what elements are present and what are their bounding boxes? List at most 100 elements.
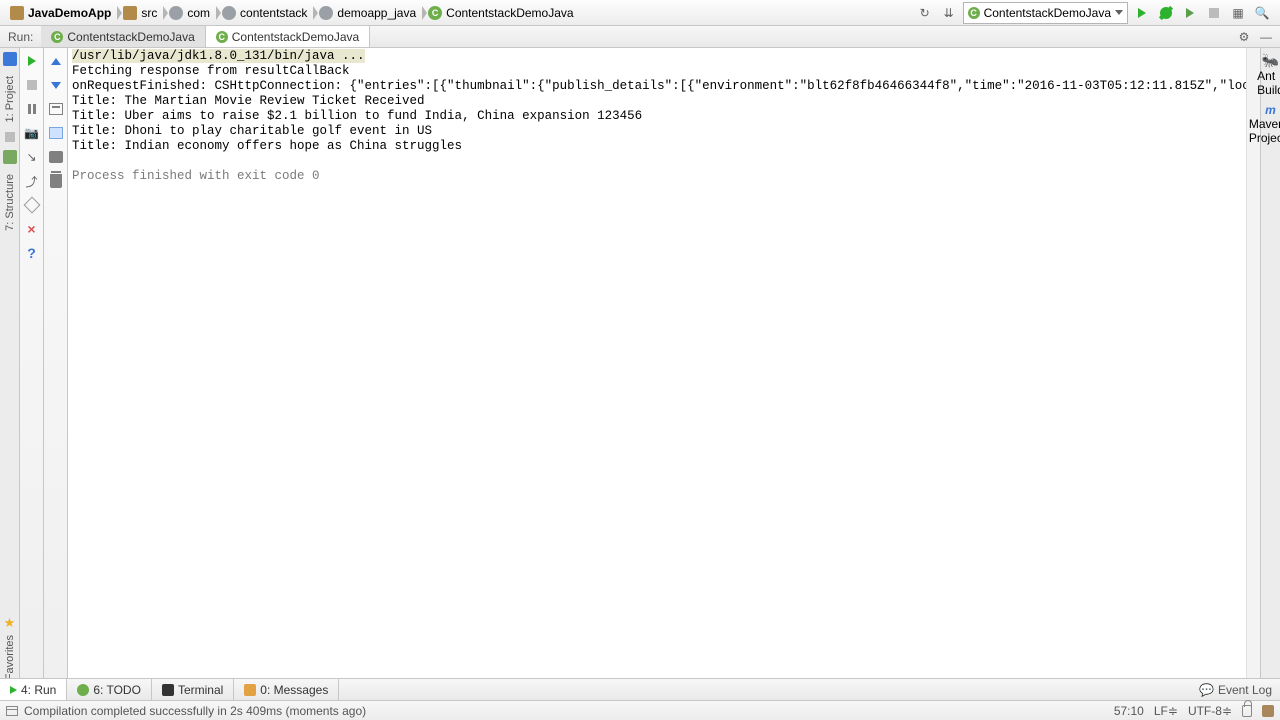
build-icon[interactable]: ↻ xyxy=(915,3,935,23)
console-line: Title: Indian economy offers hope as Chi… xyxy=(72,139,462,153)
bug-icon xyxy=(1160,7,1172,19)
bottom-tab-messages[interactable]: 0: Messages xyxy=(234,679,339,700)
up-stacktrace-button[interactable] xyxy=(47,52,65,70)
run-button[interactable] xyxy=(1132,3,1152,23)
event-log-icon[interactable]: 💬 xyxy=(1199,683,1214,697)
coverage-button[interactable] xyxy=(1180,3,1200,23)
caret-down-icon xyxy=(1115,10,1123,15)
console-line: onRequestFinished: CSHttpConnection: {"e… xyxy=(72,79,1246,93)
ant-tool-icon[interactable]: 🐜 xyxy=(1262,52,1279,69)
messages-icon xyxy=(244,684,256,696)
print-button[interactable] xyxy=(47,148,65,166)
pause-icon xyxy=(28,104,36,114)
bottom-tab-run[interactable]: 4: Run xyxy=(0,679,67,700)
search-everywhere-button[interactable]: 🔍 xyxy=(1252,3,1272,23)
run-tab-active[interactable]: C ContentstackDemoJava xyxy=(206,26,370,47)
play-icon xyxy=(10,686,17,694)
crumb-contentstack[interactable]: contentstack xyxy=(216,3,313,23)
rerun-button[interactable] xyxy=(23,52,41,70)
package-icon xyxy=(319,6,333,20)
soft-wrap-button[interactable] xyxy=(47,100,65,118)
ant-tool-label[interactable]: Ant Build xyxy=(1257,69,1280,97)
make-icon[interactable]: ⇊ xyxy=(939,3,959,23)
console-output[interactable]: /usr/lib/java/jdk1.8.0_131/bin/java ... … xyxy=(68,48,1246,698)
pin-tab-button[interactable] xyxy=(23,196,41,214)
print-icon xyxy=(49,151,63,163)
crumb-label: contentstack xyxy=(240,6,307,20)
close-tab-button[interactable]: × xyxy=(23,220,41,238)
maven-tool-icon[interactable]: m xyxy=(1265,103,1276,117)
x-icon: × xyxy=(27,221,35,237)
crumb-project[interactable]: JavaDemoApp xyxy=(4,3,117,23)
dump-threads-button[interactable]: 📷 xyxy=(23,124,41,142)
run-tab[interactable]: C ContentstackDemoJava xyxy=(41,26,205,47)
stop-button[interactable] xyxy=(23,76,41,94)
main-area: 1: Project 7: Structure ★ 2: Favorites 📷… xyxy=(0,48,1280,698)
run-toolbar: 📷 ↘ ⤴ × ? xyxy=(20,48,44,698)
crumb-com[interactable]: com xyxy=(163,3,216,23)
softwrap-icon xyxy=(49,103,63,115)
bottom-tab-todo[interactable]: 6: TODO xyxy=(67,679,152,700)
crumb-class[interactable]: C ContentstackDemoJava xyxy=(422,3,579,23)
crumb-label: ContentstackDemoJava xyxy=(446,6,573,20)
clear-button[interactable] xyxy=(47,172,65,190)
exit-button[interactable]: ↘ xyxy=(23,148,41,166)
breadcrumb: JavaDemoApp src com contentstack demoapp… xyxy=(4,3,915,23)
play-icon xyxy=(1138,8,1146,18)
console-line: Title: Dhoni to play charitable golf eve… xyxy=(72,124,432,138)
right-toolstrip: 🐜 Ant Build m Maven Projects xyxy=(1260,48,1280,698)
structure-tool-label[interactable]: 7: Structure xyxy=(4,174,16,231)
run-config-label: ContentstackDemoJava xyxy=(984,6,1111,20)
class-icon: C xyxy=(428,6,442,20)
stop-icon xyxy=(27,80,37,90)
pause-button[interactable] xyxy=(23,100,41,118)
run-tool-tabs: Run: C ContentstackDemoJava C Contentsta… xyxy=(0,26,1280,48)
windows-icon[interactable] xyxy=(6,706,18,716)
maven-tool-label[interactable]: Maven Projects xyxy=(1249,117,1280,145)
hector-icon[interactable] xyxy=(1262,705,1274,717)
status-message: Compilation completed successfully in 2s… xyxy=(24,704,366,718)
event-log-link[interactable]: Event Log xyxy=(1218,683,1272,697)
package-icon xyxy=(169,6,183,20)
question-icon: ? xyxy=(27,245,36,261)
class-icon: C xyxy=(968,7,980,19)
toolbar-right: ↻ ⇊ C ContentstackDemoJava ▦ 🔍 xyxy=(915,2,1276,24)
down-stacktrace-button[interactable] xyxy=(47,76,65,94)
run-tab-label: ContentstackDemoJava xyxy=(67,30,194,44)
console-exit-line: Process finished with exit code 0 xyxy=(72,169,320,183)
help-button[interactable]: ? xyxy=(23,244,41,262)
crumb-label: com xyxy=(187,6,210,20)
bottom-tab-terminal[interactable]: Terminal xyxy=(152,679,234,700)
arrow-down-icon xyxy=(51,82,61,89)
run-tool-label: Run: xyxy=(0,26,41,47)
class-icon: C xyxy=(51,31,63,43)
project-structure-button[interactable]: ▦ xyxy=(1228,3,1248,23)
settings-icon[interactable]: ⚙ xyxy=(1234,27,1254,47)
bottom-tab-label: Terminal xyxy=(178,683,223,697)
scroll-end-button[interactable] xyxy=(47,124,65,142)
scroll-icon xyxy=(49,127,63,139)
project-tool-icon[interactable] xyxy=(3,52,17,66)
run-tab-label: ContentstackDemoJava xyxy=(232,30,359,44)
crumb-demoapp[interactable]: demoapp_java xyxy=(313,3,422,23)
stop-button[interactable] xyxy=(1204,3,1224,23)
crumb-label: demoapp_java xyxy=(337,6,416,20)
project-tool-label[interactable]: 1: Project xyxy=(4,76,16,122)
restore-layout-button[interactable]: ⤴ xyxy=(23,172,41,190)
pin-icon xyxy=(23,197,40,214)
console-cmd-line: /usr/lib/java/jdk1.8.0_131/bin/java ... xyxy=(72,49,365,63)
line-separator[interactable]: LF≑ xyxy=(1154,704,1178,718)
encoding[interactable]: UTF-8≑ xyxy=(1188,704,1232,718)
crumb-src[interactable]: src xyxy=(117,3,163,23)
run-config-selector[interactable]: C ContentstackDemoJava xyxy=(963,2,1128,24)
bottom-tab-label: 6: TODO xyxy=(93,683,141,697)
caret-position[interactable]: 57:10 xyxy=(1114,704,1144,718)
console-line: Title: The Martian Movie Review Ticket R… xyxy=(72,94,425,108)
readonly-lock-icon[interactable] xyxy=(1242,705,1252,717)
debug-button[interactable] xyxy=(1156,3,1176,23)
favorites-tool-icon[interactable]: ★ xyxy=(4,616,16,629)
minimize-icon[interactable]: — xyxy=(1256,27,1276,47)
crumb-label: src xyxy=(141,6,157,20)
trash-icon xyxy=(50,174,62,188)
structure-tool-icon[interactable] xyxy=(3,150,17,164)
